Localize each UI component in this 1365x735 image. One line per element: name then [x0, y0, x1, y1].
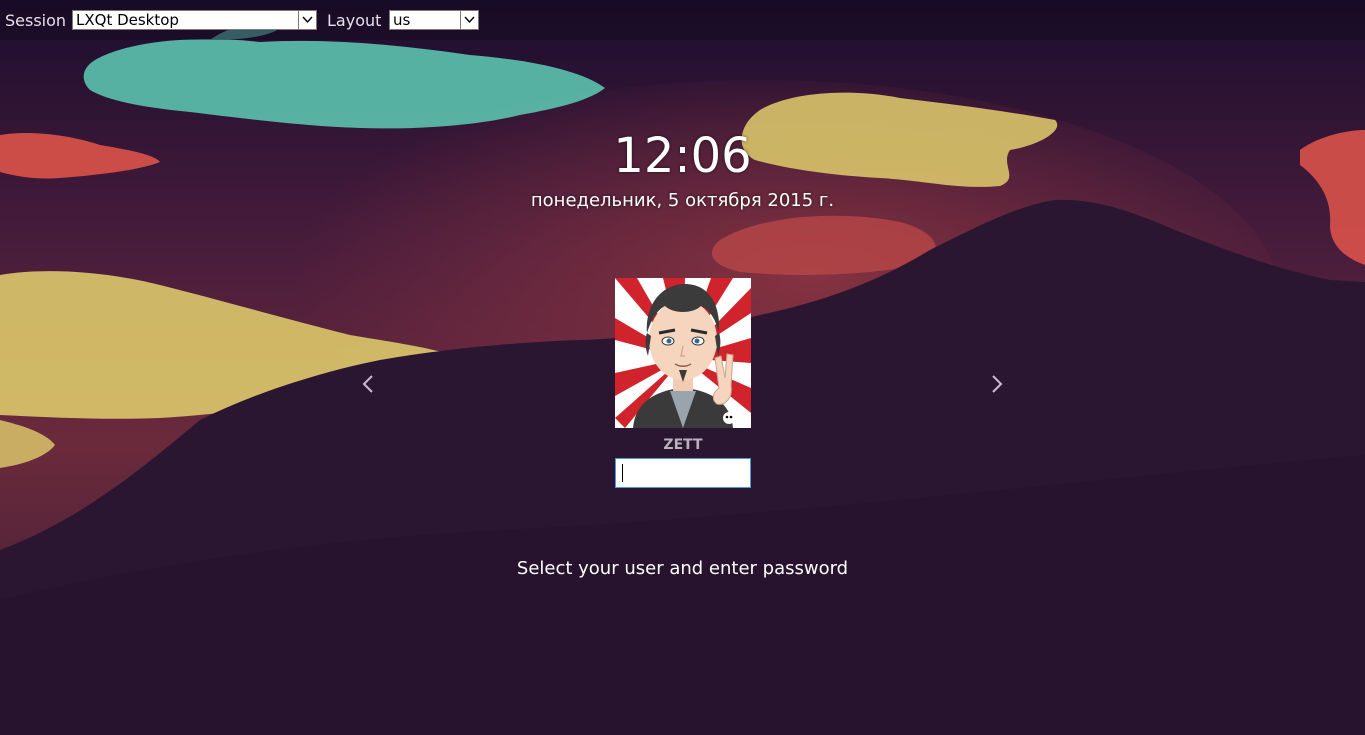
- avatar-image: [615, 278, 751, 428]
- chevron-down-icon: [302, 16, 313, 24]
- layout-select-arrow[interactable]: [460, 11, 478, 29]
- chevron-left-icon[interactable]: [361, 374, 375, 394]
- session-select-arrow[interactable]: [298, 11, 316, 29]
- chevron-right-icon[interactable]: [990, 374, 1004, 394]
- text-caret: [622, 464, 623, 482]
- clock-date: понедельник, 5 октября 2015 г.: [530, 190, 835, 211]
- layout-select[interactable]: us: [389, 10, 479, 30]
- session-select-value: LXQt Desktop: [76, 11, 179, 29]
- session-select[interactable]: LXQt Desktop: [72, 10, 317, 30]
- password-input[interactable]: [615, 458, 751, 488]
- login-hint: Select your user and enter password: [516, 558, 849, 579]
- user-avatar[interactable]: [615, 278, 751, 428]
- top-bar: Session LXQt Desktop Layout us: [0, 0, 1365, 40]
- session-label: Session: [5, 11, 67, 30]
- login-screen: Session LXQt Desktop Layout us 12:06 пон…: [0, 0, 1365, 735]
- user-name: ZETT: [663, 437, 703, 453]
- layout-select-value: us: [393, 11, 411, 29]
- chevron-down-icon: [464, 16, 475, 24]
- layout-label: Layout: [327, 11, 382, 30]
- clock-time: 12:06: [613, 128, 752, 184]
